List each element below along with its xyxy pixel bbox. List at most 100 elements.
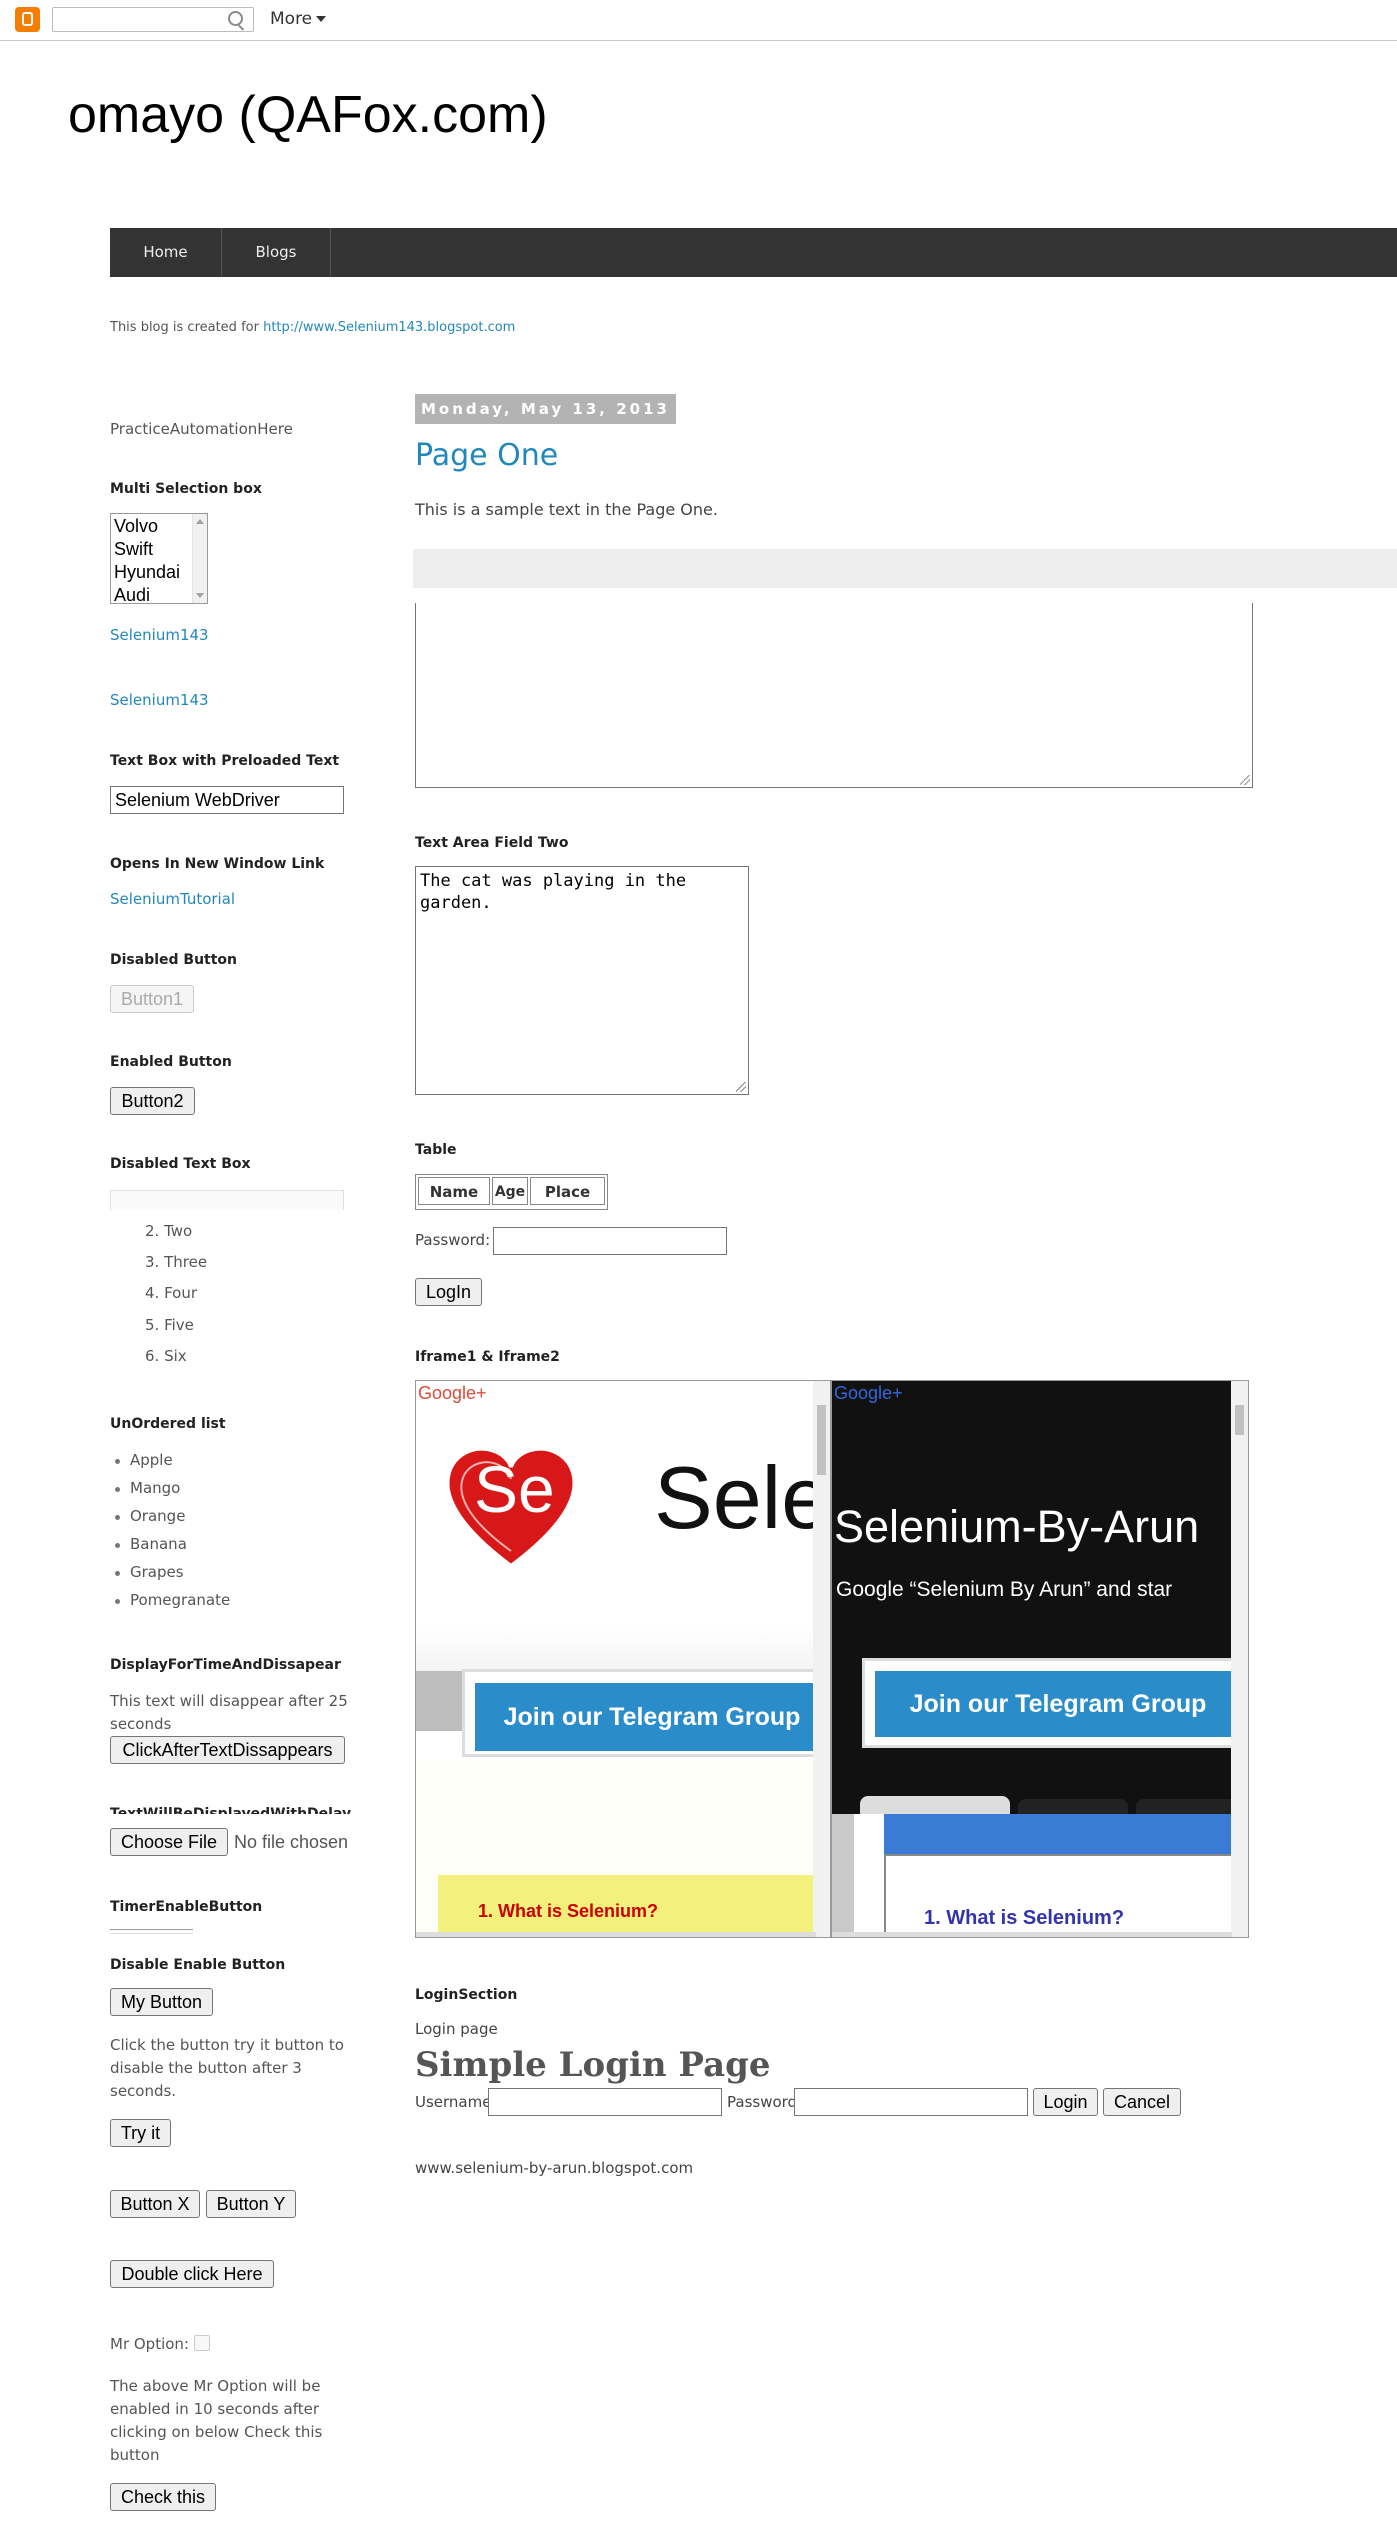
disappear-text: This text will disappear after 25 second… <box>110 1692 348 1733</box>
password-input[interactable] <box>493 1227 727 1255</box>
scroll-up-icon[interactable] <box>196 519 204 524</box>
chevron-down-icon[interactable] <box>316 16 326 22</box>
horizontal-scrollbar[interactable] <box>832 1932 1232 1937</box>
bullet-icon <box>115 1599 120 1604</box>
display-time-label: DisplayForTimeAndDissapear <box>110 1657 341 1673</box>
scroll-thumb[interactable] <box>1235 1405 1244 1435</box>
iframe-label: Iframe1 & Iframe2 <box>415 1349 560 1365</box>
ordered-item-two: 2. Two <box>145 1222 193 1240</box>
logo-brand-text: Sele <box>654 1448 831 1547</box>
nav-blogs[interactable]: Blogs <box>222 228 331 277</box>
listbox-scrollbar[interactable] <box>192 514 207 603</box>
resize-handle-icon[interactable] <box>736 1082 746 1092</box>
password-input-2[interactable] <box>794 2088 1028 2116</box>
textarea-field-two[interactable]: The cat was playing in the garden. <box>415 866 749 1095</box>
click-after-text-disappears-button[interactable]: ClickAfterTextDissappears <box>110 1736 345 1764</box>
list-item-pomegranate: Pomegranate <box>130 1591 231 1609</box>
choose-file-button[interactable]: Choose File <box>110 1828 228 1856</box>
google-plus-link[interactable]: Google+ <box>418 1383 487 1404</box>
data-table: Name Age Place <box>415 1174 608 1210</box>
disabled-button-label: Disabled Button <box>110 952 238 968</box>
selenium143-link-1[interactable]: Selenium143 <box>110 626 209 644</box>
practice-heading: PracticeAutomationHere <box>110 420 293 438</box>
search-input[interactable] <box>52 7 254 32</box>
blogger-logo-icon[interactable] <box>15 7 40 32</box>
table-header-place: Place <box>530 1177 605 1205</box>
textarea-two-label: Text Area Field Two <box>415 835 569 851</box>
option-swift[interactable]: Swift <box>114 537 153 561</box>
unordered-list-label: UnOrdered list <box>110 1416 226 1432</box>
telegram-button[interactable]: Join our Telegram Group <box>875 1671 1241 1737</box>
enabled-button[interactable]: Button2 <box>110 1087 195 1115</box>
sidebar-edge <box>416 1671 462 1731</box>
multi-select-box[interactable]: Volvo Swift Hyundai Audi <box>110 513 208 607</box>
mr-option-checkbox <box>194 2335 210 2351</box>
description-prefix: This blog is created for <box>110 320 264 335</box>
try-it-button[interactable]: Try it <box>110 2119 171 2147</box>
resize-handle-icon[interactable] <box>1240 775 1250 785</box>
disabled-textbox <box>110 1190 344 1210</box>
bullet-icon <box>115 1487 120 1492</box>
list-item-apple: Apple <box>130 1451 173 1469</box>
button-x[interactable]: Button X <box>110 2190 200 2218</box>
disable-enable-label: Disable Enable Button <box>110 1957 286 1973</box>
option-volvo[interactable]: Volvo <box>114 514 158 538</box>
google-plus-link[interactable]: Google+ <box>834 1383 903 1404</box>
nav-home[interactable]: Home <box>110 228 222 277</box>
option-audi[interactable]: Audi <box>114 583 150 607</box>
login-button[interactable]: LogIn <box>415 1278 482 1306</box>
username-input[interactable] <box>488 2088 722 2116</box>
mr-option-description: The above Mr Option will be enabled in 1… <box>110 2377 323 2464</box>
iframe-one-scrollbar[interactable] <box>813 1381 830 1937</box>
description-link[interactable]: http://www.Selenium143.blogspot.com <box>263 320 515 335</box>
option-hyundai[interactable]: Hyundai <box>114 560 180 584</box>
login-page-text: Login page <box>415 2020 498 2038</box>
question-link[interactable]: 1. What is Selenium? <box>924 1907 1124 1930</box>
post-title[interactable]: Page One <box>415 438 558 473</box>
timer-enable-label: TimerEnableButton <box>110 1899 263 1915</box>
footer-url: www.selenium-by-arun.blogspot.com <box>415 2159 694 2177</box>
mr-option-label: Mr Option: <box>110 2335 189 2353</box>
bullet-icon <box>115 1543 120 1548</box>
horizontal-scrollbar[interactable] <box>416 1932 816 1937</box>
more-menu[interactable]: More <box>270 9 312 29</box>
delayed-text-label: TextWillBeDisplayedWithDelay <box>110 1806 352 1814</box>
textarea-field-one[interactable] <box>415 603 1253 788</box>
blog-title[interactable]: omayo (QAFox.com) <box>68 85 548 145</box>
selenium143-link-2[interactable]: Selenium143 <box>110 691 209 709</box>
selenium-tutorial-link[interactable]: SeleniumTutorial <box>110 890 235 908</box>
try-it-description: Click the button try it button to disabl… <box>110 2036 344 2100</box>
iframe-two[interactable]: Google+ Selenium-By-Arun Google “Seleniu… <box>831 1380 1249 1938</box>
bullet-icon <box>115 1515 120 1520</box>
list-item-banana: Banana <box>130 1535 187 1553</box>
my-button[interactable]: My Button <box>110 1988 213 2016</box>
check-this-button[interactable]: Check this <box>110 2483 216 2511</box>
telegram-button[interactable]: Join our Telegram Group <box>475 1683 829 1751</box>
password-label-2: Password <box>727 2093 798 2111</box>
scroll-thumb[interactable] <box>817 1405 826 1475</box>
new-window-label: Opens In New Window Link <box>110 856 325 872</box>
ordered-item-three: 3. Three <box>145 1253 208 1271</box>
cancel-button[interactable]: Cancel <box>1103 2088 1181 2116</box>
no-file-chosen: No file chosen <box>234 1832 349 1852</box>
button-y[interactable]: Button Y <box>206 2190 296 2218</box>
login-submit-button[interactable]: Login <box>1033 2088 1098 2116</box>
blue-header <box>884 1814 1232 1854</box>
preloaded-textbox[interactable]: Selenium WebDriver <box>110 786 344 814</box>
search-icon[interactable] <box>228 11 243 26</box>
scroll-down-icon[interactable] <box>196 593 204 598</box>
list-item-orange: Orange <box>130 1507 186 1525</box>
table-header-name: Name <box>418 1177 490 1205</box>
logo-se-text: Se <box>474 1452 555 1526</box>
password-label: Password: <box>415 1231 491 1249</box>
double-click-button[interactable]: Double click Here <box>110 2260 274 2288</box>
question-link[interactable]: 1. What is Selenium? <box>478 1901 658 1922</box>
bullet-icon <box>115 1571 120 1576</box>
enabled-button-label: Enabled Button <box>110 1054 232 1070</box>
list-item-grapes: Grapes <box>130 1563 184 1581</box>
iframe-one[interactable]: Google+ Se Sele Join our Telegram Group … <box>415 1380 831 1938</box>
username-label: Username <box>415 2093 492 2111</box>
iframe-two-scrollbar[interactable] <box>1231 1381 1248 1937</box>
ordered-item-six: 6. Six <box>145 1347 187 1365</box>
disabled-textbox-label: Disabled Text Box <box>110 1156 251 1172</box>
